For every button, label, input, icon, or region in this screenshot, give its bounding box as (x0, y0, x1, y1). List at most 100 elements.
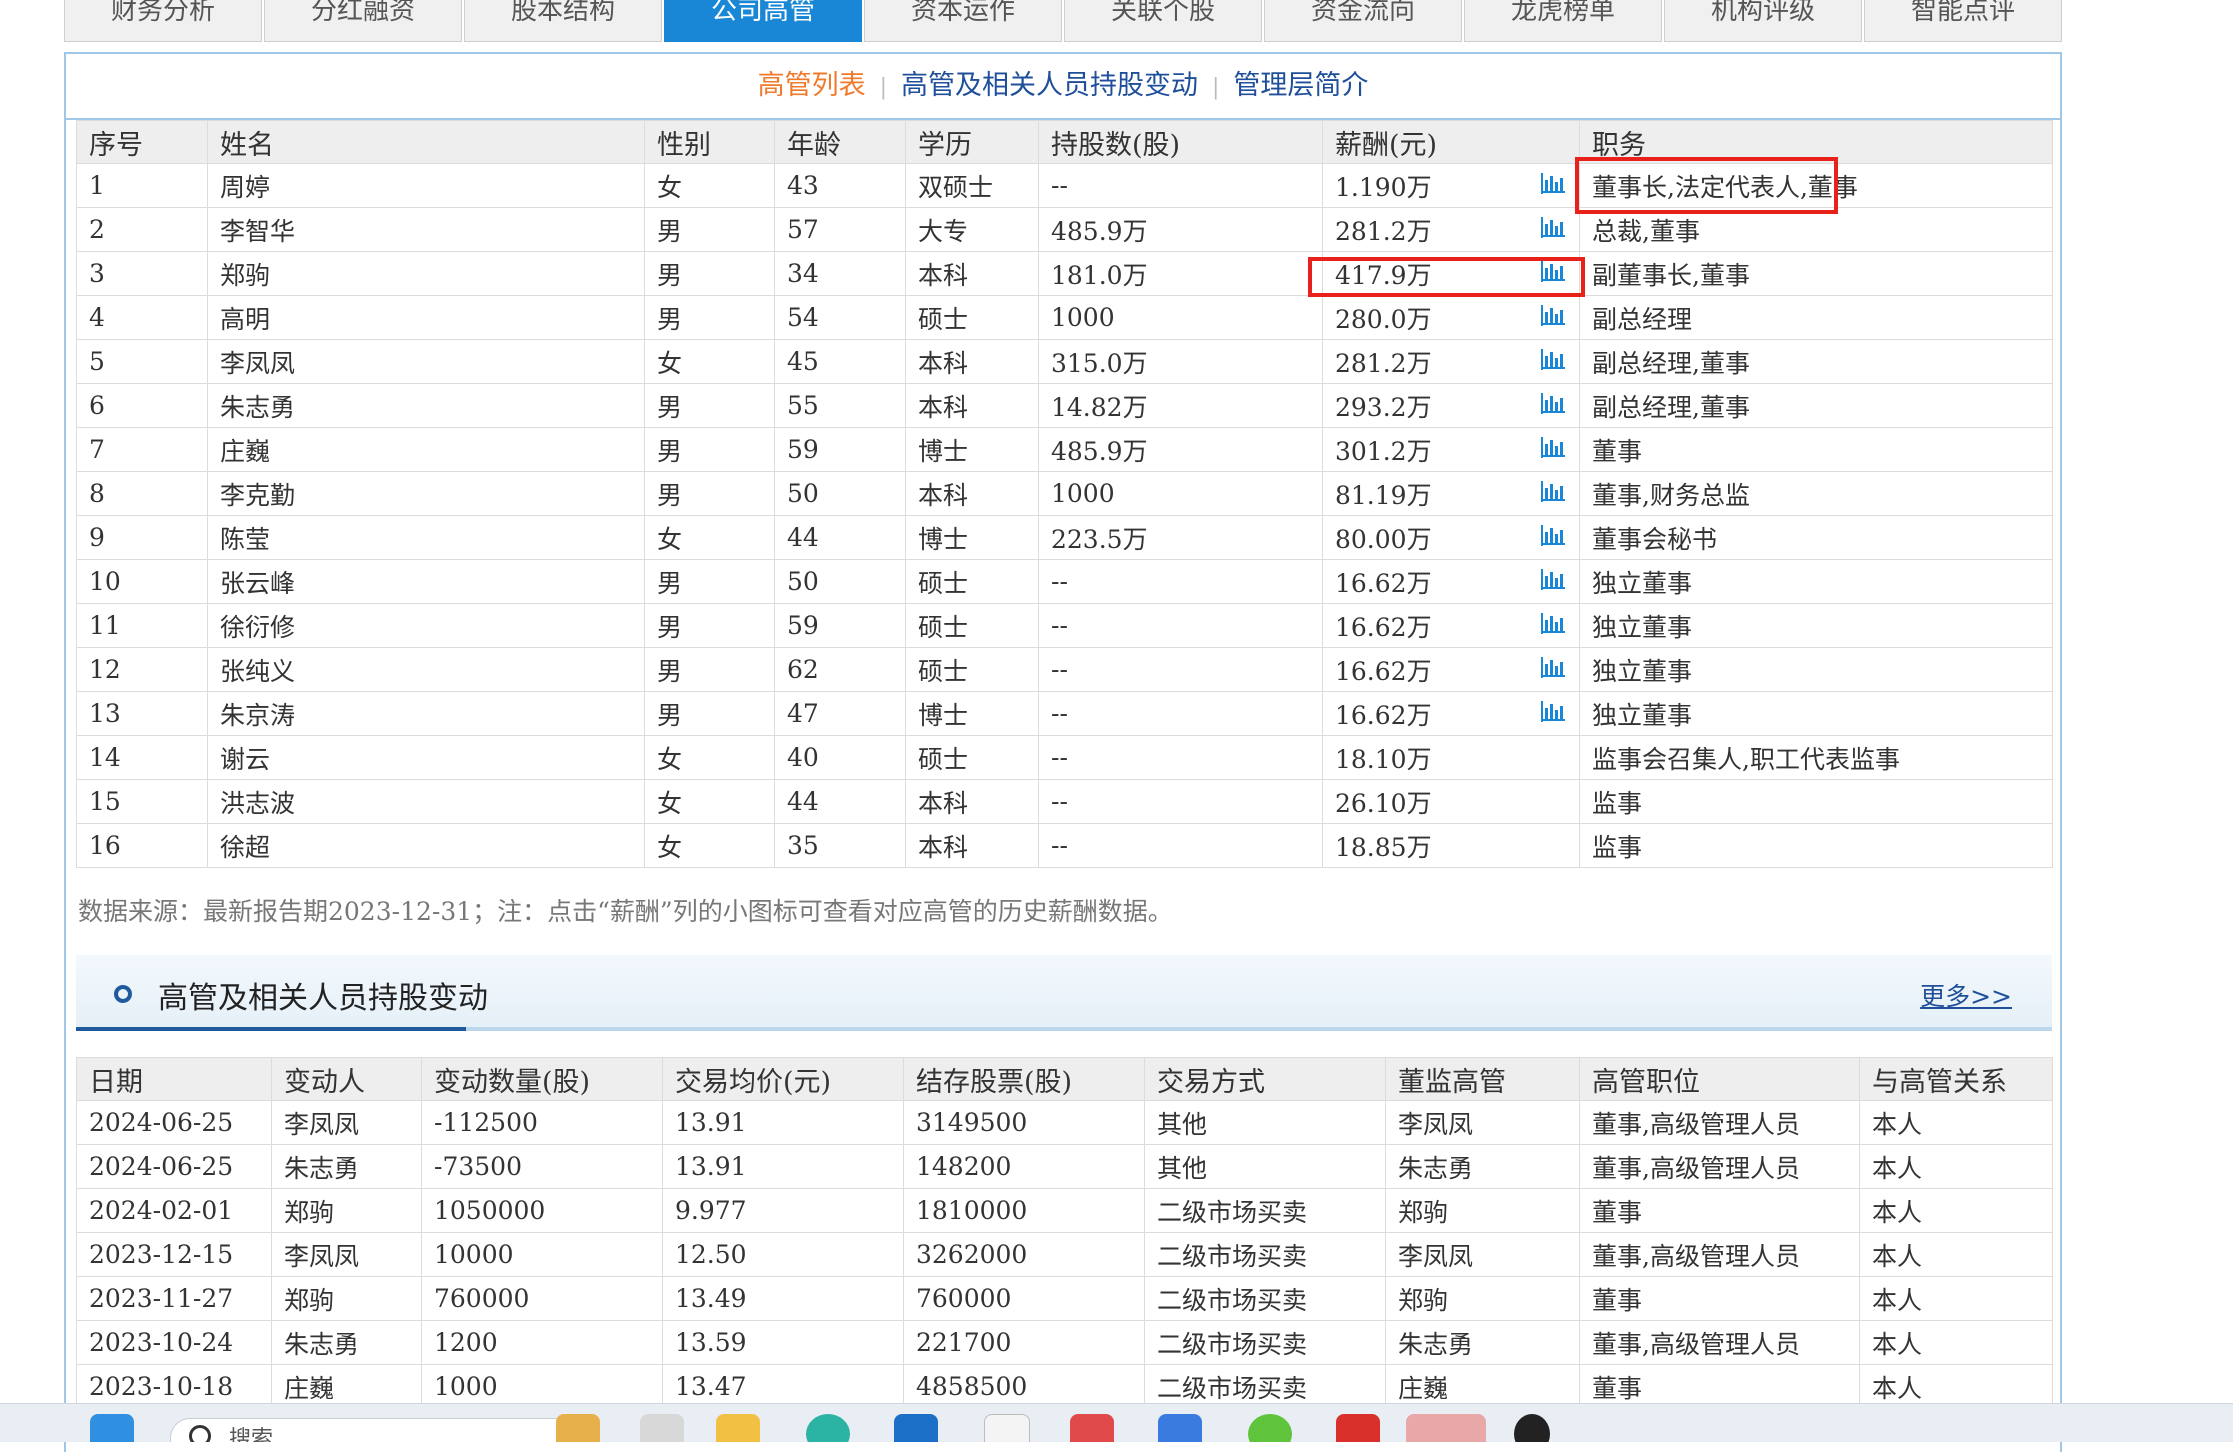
tab-8[interactable]: 龙虎榜单 (1464, 0, 1662, 42)
tab-4[interactable]: 公司高管 (664, 0, 862, 42)
cell-relation: 本人 (1859, 1232, 2053, 1277)
cell-no: 9 (76, 515, 208, 560)
subnav-exec-list[interactable]: 高管列表 (758, 70, 866, 101)
browser-icon[interactable] (806, 1414, 850, 1442)
cell-name: 张纯义 (207, 647, 645, 692)
cell-name: 谢云 (207, 735, 645, 780)
cell-exec-position: 董事,高级管理人员 (1579, 1232, 1860, 1277)
cell-education: 本科 (905, 339, 1039, 384)
cell-avg-price: 13.59 (662, 1320, 904, 1365)
cell-age: 43 (774, 163, 906, 208)
cell-salary: 16.62万 (1322, 559, 1580, 604)
col-header-gender: 性别 (644, 120, 775, 164)
cell-position: 董事会秘书 (1579, 515, 2053, 560)
subnav-management-intro[interactable]: 管理层简介 (1233, 70, 1368, 101)
cell-director: 李凤凤 (1385, 1232, 1580, 1277)
cell-shares: 223.5万 (1038, 515, 1323, 560)
cell-avg-price: 13.91 (662, 1100, 904, 1145)
bar-chart-icon[interactable] (1539, 480, 1565, 502)
col-header-change-qty: 变动数量(股) (421, 1057, 663, 1101)
tab-label: 分红融资 (310, 0, 415, 26)
taskbar-app-icon[interactable] (1070, 1414, 1114, 1442)
cell-salary: 417.9万 (1322, 251, 1580, 296)
bar-chart-icon[interactable] (1539, 524, 1565, 546)
cell-shares: 14.82万 (1038, 383, 1323, 428)
cell-gender: 女 (644, 339, 775, 384)
salary-value: 293.2万 (1335, 392, 1432, 422)
bar-chart-icon[interactable] (1539, 348, 1565, 370)
cell-name: 李凤凤 (207, 339, 645, 384)
wechat-icon[interactable] (1248, 1414, 1292, 1442)
tab-2[interactable]: 分红融资 (264, 0, 462, 42)
col-header-trade-method: 交易方式 (1144, 1057, 1386, 1101)
cell-salary: 16.62万 (1322, 603, 1580, 648)
taskbar-app-icon[interactable] (556, 1414, 600, 1442)
table-row: 2023-11-27 郑驹 760000 13.49 760000 二级市场买卖 郑驹 董事本… (76, 1276, 2053, 1321)
bar-chart-icon[interactable] (1539, 304, 1565, 326)
cell-education: 硕士 (905, 559, 1039, 604)
taskbar-app-icon[interactable] (1336, 1414, 1380, 1442)
tab-10[interactable]: 智能点评 (1864, 0, 2062, 42)
cell-position: 董事 (1579, 427, 2053, 472)
table-row: 12 张纯义男 62 硕士 -- 16.62万 独立董事 (76, 647, 2053, 692)
cell-position: 独立董事 (1579, 691, 2053, 736)
tab-9[interactable]: 机构评级 (1664, 0, 1862, 42)
cell-balance: 148200 (903, 1144, 1145, 1189)
bar-chart-icon[interactable] (1539, 436, 1565, 458)
cell-person: 郑驹 (271, 1188, 422, 1233)
cell-salary: 26.10万 (1322, 779, 1580, 824)
subnav-holding-changes[interactable]: 高管及相关人员持股变动 (901, 70, 1198, 101)
cell-gender: 女 (644, 163, 775, 208)
mail-icon[interactable] (984, 1414, 1030, 1442)
tab-6[interactable]: 关联个股 (1064, 0, 1262, 42)
salary-value: 81.19万 (1335, 480, 1432, 510)
cell-age: 44 (774, 515, 906, 560)
cell-change-qty: -112500 (421, 1100, 663, 1145)
windows-start-icon[interactable] (90, 1414, 134, 1442)
bar-chart-icon[interactable] (1539, 216, 1565, 238)
bar-chart-icon[interactable] (1539, 656, 1565, 678)
cell-no: 12 (76, 647, 208, 692)
cell-avg-price: 9.977 (662, 1188, 904, 1233)
bar-chart-icon[interactable] (1539, 612, 1565, 634)
cell-name: 朱志勇 (207, 383, 645, 428)
cell-date: 2023-10-24 (76, 1320, 272, 1365)
taskbar-app-icon[interactable] (1406, 1414, 1486, 1442)
col-header-name: 姓名 (207, 120, 645, 164)
tab-3[interactable]: 股本结构 (464, 0, 662, 42)
cell-trade-method: 二级市场买卖 (1144, 1232, 1386, 1277)
tab-7[interactable]: 资金流向 (1264, 0, 1462, 42)
cell-age: 62 (774, 647, 906, 692)
cell-person: 朱志勇 (271, 1320, 422, 1365)
cell-salary: 301.2万 (1322, 427, 1580, 472)
tab-1[interactable]: 财务分析 (64, 0, 262, 42)
cell-name: 洪志波 (207, 779, 645, 824)
taskbar-app-icon[interactable] (1514, 1414, 1550, 1442)
more-link[interactable]: 更多>> (1920, 977, 2012, 1013)
cell-education: 本科 (905, 471, 1039, 516)
cell-gender: 男 (644, 295, 775, 340)
tab-5[interactable]: 资本运作 (864, 0, 1062, 42)
cell-name: 张云峰 (207, 559, 645, 604)
store-icon[interactable] (894, 1414, 938, 1442)
col-header-relation: 与高管关系 (1859, 1057, 2053, 1101)
tab-label: 智能点评 (1910, 0, 2015, 26)
bar-chart-icon[interactable] (1539, 260, 1565, 282)
folder-icon[interactable] (716, 1414, 760, 1442)
cell-date: 2024-02-01 (76, 1188, 272, 1233)
search-icon (189, 1425, 211, 1442)
taskbar-app-icon[interactable] (640, 1414, 684, 1442)
cell-education: 双硕士 (905, 163, 1039, 208)
table-row: 6 朱志勇男 55 本科 14.82万 293.2万 副总经理,董事 (76, 383, 2053, 428)
bar-chart-icon[interactable] (1539, 392, 1565, 414)
cell-name: 周婷 (207, 163, 645, 208)
cell-name: 陈莹 (207, 515, 645, 560)
taskbar-search-box[interactable]: 搜索 (170, 1418, 592, 1442)
bar-chart-icon[interactable] (1539, 568, 1565, 590)
bar-chart-icon[interactable] (1539, 700, 1565, 722)
taskbar-app-icon[interactable] (1158, 1414, 1202, 1442)
bar-chart-icon[interactable] (1539, 172, 1565, 194)
cell-no: 1 (76, 163, 208, 208)
table-row: 2024-06-25 朱志勇 -73500 13.91 148200 其他 朱志勇 董事,高级… (76, 1144, 2053, 1189)
cell-shares: -- (1038, 823, 1323, 868)
